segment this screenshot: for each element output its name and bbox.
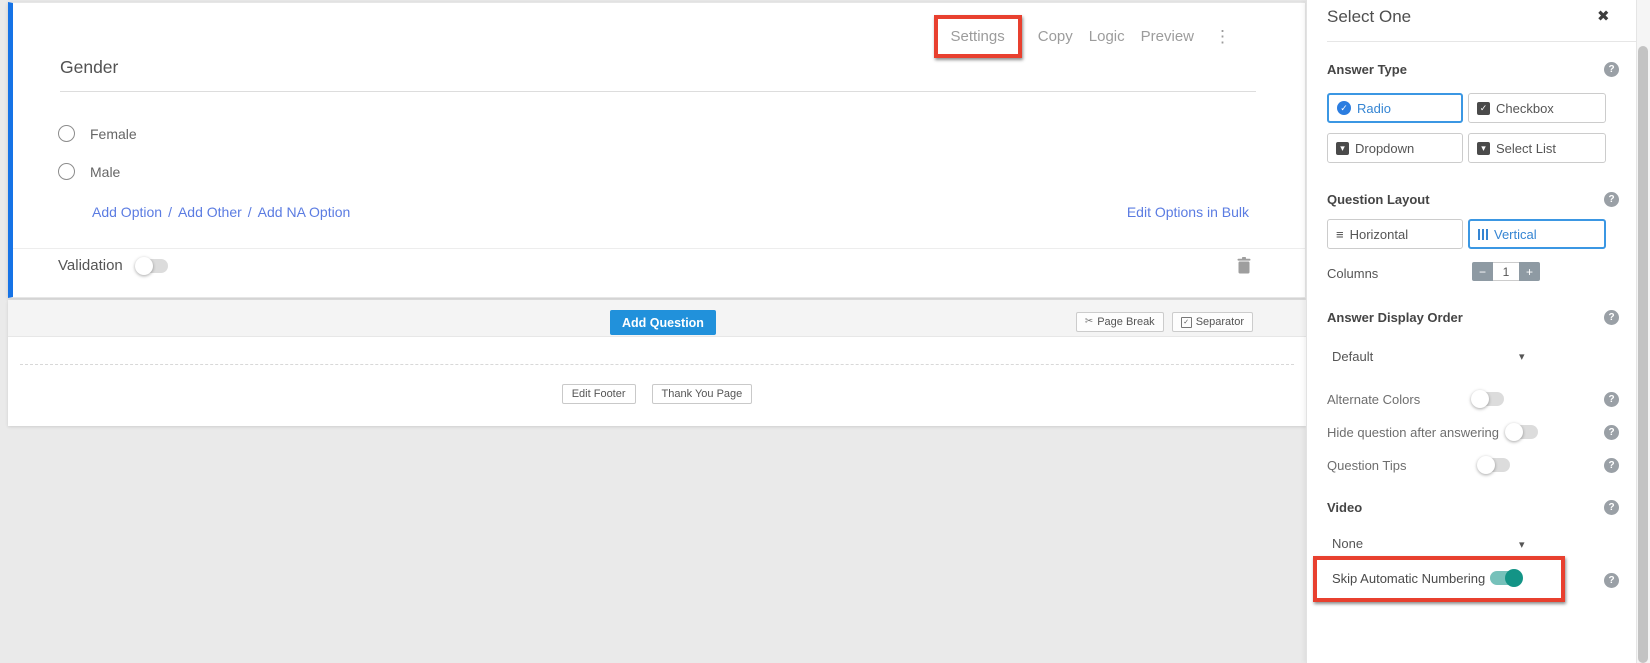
dropdown-icon: ▾ [1336, 142, 1349, 155]
layout-horizontal-button[interactable]: ≡ Horizontal [1327, 219, 1463, 249]
help-icon[interactable]: ? [1604, 62, 1619, 77]
settings-panel: Select One ✖ Answer Type ? ✓ Radio ✓ Che… [1306, 0, 1650, 663]
builder-mini-buttons: ✂ Page Break ✓ Separator [1076, 312, 1253, 332]
answer-type-label: Answer Type [1327, 62, 1407, 77]
validation-label: Validation [58, 257, 123, 274]
question-card: Settings Copy Logic Preview ⋮ Gender Fem… [8, 2, 1306, 298]
answer-type-option-label: Dropdown [1355, 141, 1414, 156]
question-tips-label: Question Tips [1327, 458, 1407, 473]
layout-vertical-button[interactable]: Vertical [1468, 219, 1606, 249]
thank-you-page-button[interactable]: Thank You Page [652, 384, 753, 404]
layout-option-label: Vertical [1494, 227, 1537, 242]
question-layout-options: ≡ Horizontal Vertical [1327, 219, 1606, 249]
page-break-icon: ✂ [1085, 317, 1093, 327]
copy-menu-item[interactable]: Copy [1038, 28, 1073, 45]
question-menu: Settings Copy Logic Preview ⋮ [934, 15, 1235, 58]
skip-numbering-label: Skip Automatic Numbering [1332, 571, 1485, 586]
page-break-label: Page Break [1097, 316, 1154, 328]
columns-increment-button[interactable]: + [1519, 262, 1540, 281]
answer-type-checkbox[interactable]: ✓ Checkbox [1468, 93, 1606, 123]
answer-type-dropdown[interactable]: ▾ Dropdown [1327, 133, 1463, 163]
settings-menu-item[interactable]: Settings [951, 28, 1005, 45]
validation-divider [13, 248, 1305, 249]
alternate-colors-label: Alternate Colors [1327, 392, 1420, 407]
delete-question-button[interactable] [1237, 257, 1251, 279]
answer-type-radio[interactable]: ✓ Radio [1327, 93, 1463, 123]
separator-icon: ✓ [1181, 317, 1192, 328]
add-na-option-link[interactable]: Add NA Option [258, 204, 351, 220]
link-separator: / [248, 204, 252, 220]
footer-buttons: Edit Footer Thank You Page [8, 384, 1306, 404]
answer-option-row: Female [58, 125, 137, 142]
video-select[interactable]: None [1332, 536, 1363, 551]
logic-menu-item[interactable]: Logic [1089, 28, 1125, 45]
next-section-card: Add Question ✂ Page Break ✓ Separator Ed… [8, 300, 1306, 426]
option-links: Add Option / Add Other / Add NA Option [92, 204, 350, 220]
vertical-bars-icon [1478, 229, 1488, 240]
survey-builder-page: Settings Copy Logic Preview ⋮ Gender Fem… [0, 0, 1650, 663]
panel-divider [1327, 41, 1636, 42]
columns-decrement-button[interactable]: − [1472, 262, 1493, 281]
option-label[interactable]: Male [90, 164, 120, 180]
hide-question-toggle[interactable] [1506, 425, 1538, 439]
separator-label: Separator [1196, 316, 1244, 328]
panel-title: Select One [1327, 7, 1411, 27]
chevron-down-icon[interactable]: ▾ [1519, 538, 1525, 551]
question-layout-label: Question Layout [1327, 192, 1430, 207]
settings-annotation-box: Settings [934, 15, 1022, 58]
separator-button[interactable]: ✓ Separator [1172, 312, 1253, 332]
help-icon[interactable]: ? [1604, 458, 1619, 473]
scrollbar-thumb[interactable] [1638, 46, 1648, 663]
answer-type-option-label: Radio [1357, 101, 1391, 116]
answer-type-option-label: Checkbox [1496, 101, 1554, 116]
video-label: Video [1327, 500, 1362, 515]
help-icon[interactable]: ? [1604, 500, 1619, 515]
alternate-colors-toggle[interactable] [1472, 392, 1504, 406]
add-option-link[interactable]: Add Option [92, 204, 162, 220]
dashed-section-divider [20, 364, 1294, 365]
hide-question-label: Hide question after answering [1327, 425, 1499, 440]
answer-display-order-select[interactable]: Default [1332, 349, 1373, 364]
columns-stepper: − 1 + [1472, 262, 1540, 281]
validation-row: Validation [58, 257, 168, 274]
radio-option-icon[interactable] [58, 125, 75, 142]
help-icon[interactable]: ? [1604, 192, 1619, 207]
select-list-icon: ▾ [1477, 142, 1490, 155]
radio-option-icon[interactable] [58, 163, 75, 180]
help-icon[interactable]: ? [1604, 425, 1619, 440]
trash-icon [1237, 261, 1251, 278]
question-title-underline [60, 91, 1256, 92]
link-separator: / [168, 204, 172, 220]
add-other-link[interactable]: Add Other [178, 204, 242, 220]
more-options-icon[interactable]: ⋮ [1210, 28, 1235, 45]
close-icon[interactable]: ✖ [1597, 9, 1610, 24]
layout-option-label: Horizontal [1350, 227, 1409, 242]
answer-type-select-list[interactable]: ▾ Select List [1468, 133, 1606, 163]
radio-check-icon: ✓ [1337, 101, 1351, 115]
question-title[interactable]: Gender [60, 57, 118, 78]
chevron-down-icon[interactable]: ▾ [1519, 350, 1525, 363]
skip-numbering-toggle[interactable] [1490, 571, 1522, 585]
page-break-button[interactable]: ✂ Page Break [1076, 312, 1164, 332]
help-icon[interactable]: ? [1604, 392, 1619, 407]
answer-option-row: Male [58, 163, 120, 180]
columns-value-input[interactable]: 1 [1493, 262, 1519, 281]
add-question-button[interactable]: Add Question [610, 310, 716, 335]
edit-footer-button[interactable]: Edit Footer [562, 384, 636, 404]
answer-type-option-label: Select List [1496, 141, 1556, 156]
preview-menu-item[interactable]: Preview [1141, 28, 1194, 45]
option-label[interactable]: Female [90, 126, 137, 142]
answer-type-options: ✓ Radio ✓ Checkbox ▾ Dropdown ▾ Select L… [1327, 93, 1606, 163]
answer-display-order-label: Answer Display Order [1327, 310, 1463, 325]
horizontal-lines-icon: ≡ [1336, 228, 1344, 241]
checkbox-icon: ✓ [1477, 102, 1490, 115]
help-icon[interactable]: ? [1604, 573, 1619, 588]
help-icon[interactable]: ? [1604, 310, 1619, 325]
question-tips-toggle[interactable] [1478, 458, 1510, 472]
edit-options-in-bulk-link[interactable]: Edit Options in Bulk [1127, 204, 1249, 220]
columns-label: Columns [1327, 266, 1378, 281]
validation-toggle[interactable] [136, 259, 168, 273]
